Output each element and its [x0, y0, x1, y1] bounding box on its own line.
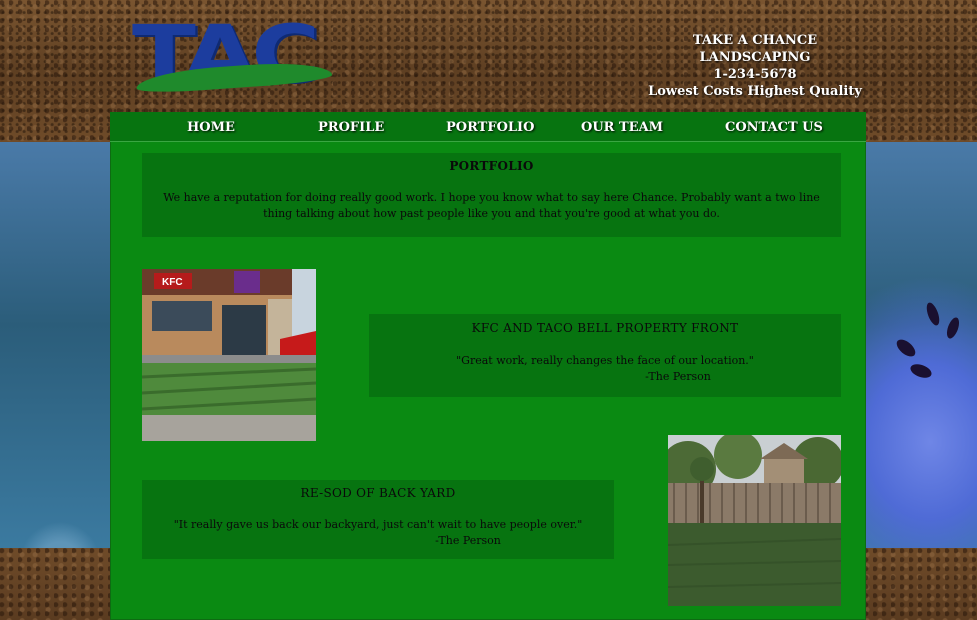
intro-text-line1: We have a reputation for doing really go… — [163, 191, 820, 204]
company-name-line2: LANDSCAPING — [699, 50, 811, 65]
nav-our-team[interactable]: OUR TEAM — [581, 120, 663, 135]
flower-stamen — [908, 361, 934, 381]
project-author-kfc: -The Person — [645, 370, 711, 383]
main-nav: HOME PROFILE PORTFOLIO OUR TEAM CONTACT … — [110, 112, 866, 142]
svg-text:KFC: KFC — [162, 277, 183, 288]
backyard-photo — [668, 435, 841, 606]
project-box-kfc: KFC AND TACO BELL PROPERTY FRONT "Great … — [369, 314, 841, 397]
company-tagline: Lowest Costs Highest Quality — [648, 84, 862, 99]
project-title-kfc: KFC AND TACO BELL PROPERTY FRONT — [471, 321, 739, 335]
flower-stamen — [893, 336, 919, 360]
nav-home[interactable]: HOME — [187, 120, 235, 135]
flower-stamen — [924, 301, 942, 327]
project-quote-kfc: "Great work, really changes the face of … — [456, 354, 754, 367]
company-name-line1: TAKE A CHANCE — [692, 33, 818, 48]
tac-logo[interactable]: TAC — [132, 10, 342, 100]
company-info: TAKE A CHANCE LANDSCAPING 1-234-5678 Low… — [640, 32, 870, 100]
intro-text-line2: thing talking about how past people like… — [263, 207, 720, 220]
nav-portfolio[interactable]: PORTFOLIO — [446, 120, 534, 135]
project-author-backyard: -The Person — [435, 534, 501, 547]
backyard-image — [668, 435, 841, 606]
storefront-image: KFC — [142, 269, 316, 441]
project-title-backyard: RE-SOD OF BACK YARD — [300, 486, 456, 500]
portfolio-heading: PORTFOLIO — [449, 159, 534, 173]
kfc-taco-bell-photo: KFC — [142, 269, 316, 441]
nav-profile[interactable]: PROFILE — [318, 120, 384, 135]
company-phone: 1-234-5678 — [713, 67, 797, 82]
flower-stamen — [944, 315, 962, 341]
project-box-backyard: RE-SOD OF BACK YARD "It really gave us b… — [142, 480, 614, 559]
project-quote-backyard: "It really gave us back our backyard, ju… — [173, 518, 583, 531]
nav-contact-us[interactable]: CONTACT US — [725, 120, 823, 135]
portfolio-intro-box: PORTFOLIO We have a reputation for doing… — [142, 153, 841, 237]
